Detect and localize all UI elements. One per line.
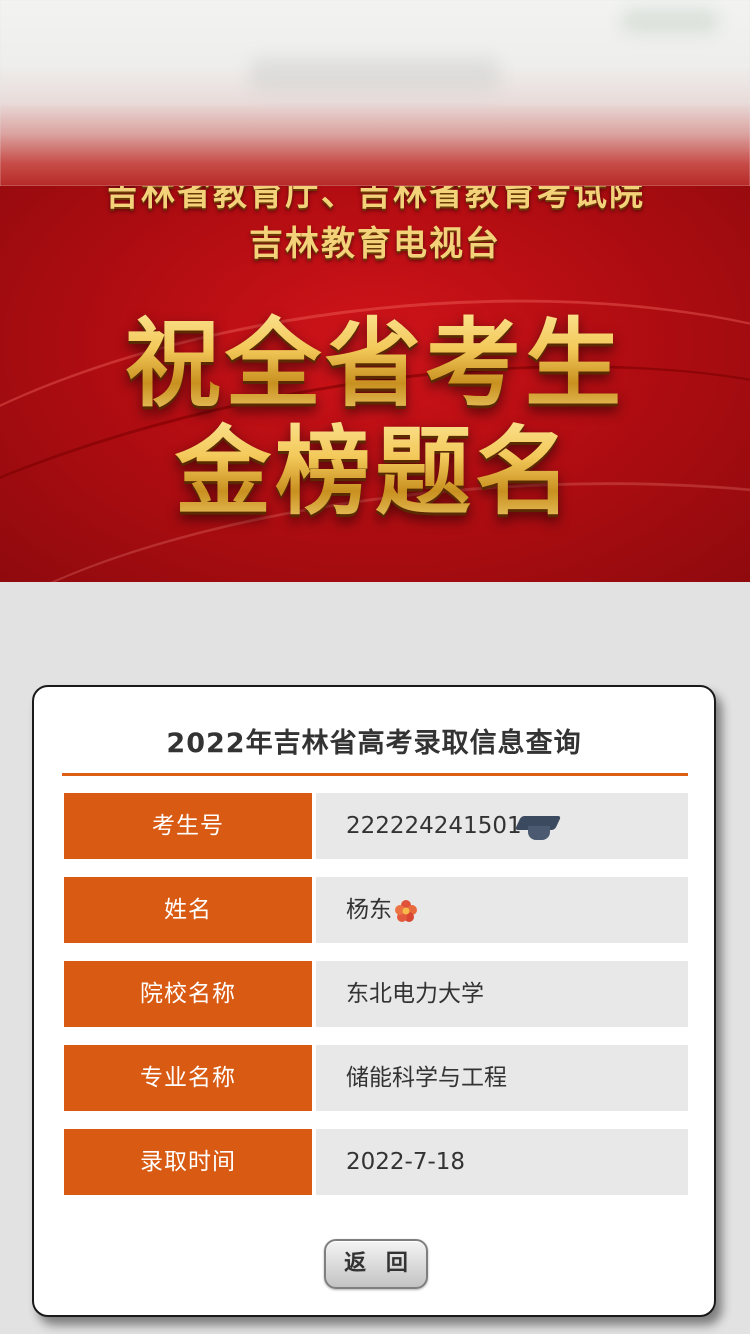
title-divider xyxy=(62,773,688,776)
name-value: 杨东 xyxy=(346,897,392,923)
row-label: 专业名称 xyxy=(64,1045,312,1111)
student-id-value: 222224241501 xyxy=(346,813,522,839)
row-label: 录取时间 xyxy=(64,1129,312,1195)
row-label: 院校名称 xyxy=(64,961,312,1027)
back-button[interactable]: 返 回 xyxy=(324,1239,428,1289)
row-value-container: 杨东 xyxy=(316,877,688,943)
admission-result-card: 2022年吉林省高考录取信息查询 考生号 222224241501 姓名 杨东 … xyxy=(32,685,716,1317)
blurred-status xyxy=(620,8,720,34)
info-row-admission-date: 录取时间 2022-7-18 xyxy=(64,1129,688,1195)
top-blurred-area xyxy=(0,0,750,186)
banner-organizers: 吉林省教育厅、吉林省教育考试院 xyxy=(105,186,645,214)
row-value-container: 222224241501 xyxy=(316,793,688,859)
info-row-major: 专业名称 储能科学与工程 xyxy=(64,1045,688,1111)
row-label: 考生号 xyxy=(64,793,312,859)
info-row-name: 姓名 杨东 xyxy=(64,877,688,943)
admission-date-value: 2022-7-18 xyxy=(316,1129,688,1195)
info-row-college: 院校名称 东北电力大学 xyxy=(64,961,688,1027)
flower-icon xyxy=(395,899,417,922)
banner-broadcaster: 吉林教育电视台 xyxy=(249,224,501,264)
blurred-bar xyxy=(250,58,500,92)
info-row-student-id: 考生号 222224241501 xyxy=(64,793,688,859)
row-label: 姓名 xyxy=(64,877,312,943)
banner-headline-2: 金榜题名 xyxy=(0,394,750,533)
college-value: 东北电力大学 xyxy=(316,961,688,1027)
card-title: 2022年吉林省高考录取信息查询 xyxy=(166,728,582,759)
congratulation-banner: 吉林省教育厅、吉林省教育考试院 吉林教育电视台 祝全省考生 金榜题名 xyxy=(0,186,750,582)
graduation-cap-icon xyxy=(514,812,561,842)
major-value: 储能科学与工程 xyxy=(316,1045,688,1111)
